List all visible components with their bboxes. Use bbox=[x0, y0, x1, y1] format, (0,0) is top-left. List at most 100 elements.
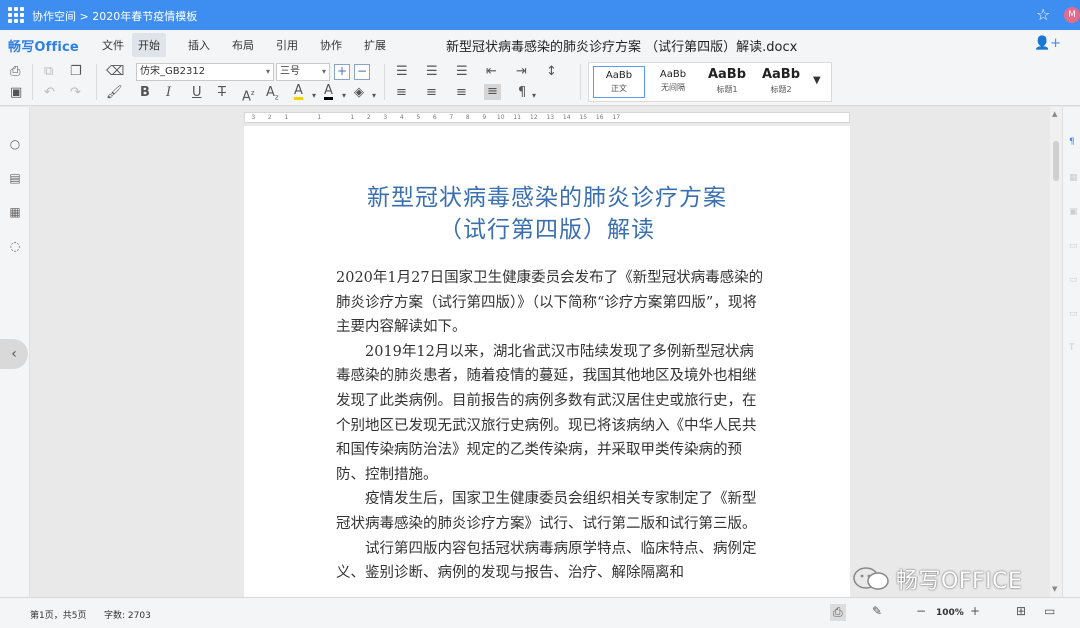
ribbon-toolbar: ⎙ ▣ ⧉ ❐ ↶ ↷ ⌫ 🖌 仿宋_GB2312 ▾ 三号 ▾ + − B I U… bbox=[0, 58, 1080, 106]
avatar[interactable]: M bbox=[1064, 7, 1080, 23]
chat-icon[interactable]: ◌ bbox=[8, 239, 22, 253]
menu-item-1[interactable]: 文件 bbox=[102, 37, 124, 53]
font-size-select[interactable]: 三号 ▾ bbox=[276, 63, 330, 81]
chevron-down-icon[interactable]: ▾ bbox=[372, 88, 376, 104]
decrease-indent-icon[interactable]: ⇤ bbox=[486, 64, 497, 80]
subscript-icon[interactable]: Az bbox=[266, 85, 279, 106]
image-settings-icon[interactable]: ▣ bbox=[1069, 207, 1079, 217]
chevron-down-icon[interactable]: ▾ bbox=[342, 88, 346, 104]
shape-settings-icon[interactable]: ▭ bbox=[1069, 275, 1079, 285]
document-body[interactable]: 2020年1月27日国家卫生健康委员会发布了《新型冠状病毒感染的肺炎诊疗方案（试… bbox=[336, 266, 766, 586]
print-icon[interactable]: ⎙ bbox=[10, 64, 20, 80]
wechat-icon bbox=[853, 567, 889, 590]
superscript-icon[interactable]: Az bbox=[242, 85, 255, 105]
paragraph-mark-icon[interactable]: ¶ bbox=[518, 85, 526, 101]
font-name-select[interactable]: 仿宋_GB2312 ▾ bbox=[136, 63, 274, 81]
clear-format-icon[interactable]: ⌫ bbox=[106, 64, 124, 80]
add-collaborator-icon[interactable]: 👤+ bbox=[1034, 36, 1061, 51]
bold-icon[interactable]: B bbox=[140, 85, 150, 101]
menu-item-2[interactable]: 开始 bbox=[132, 33, 166, 57]
scroll-thumb[interactable] bbox=[1053, 141, 1059, 181]
ruler-tick: 2 bbox=[267, 114, 272, 121]
ruler-tick: 14 bbox=[562, 114, 571, 121]
document-heading-line-2: （试行第四版）解读 bbox=[439, 217, 655, 243]
outline-icon[interactable]: ▤ bbox=[8, 171, 22, 185]
left-sidebar: ○ ▤ ▦ ◌ ‹ bbox=[0, 107, 30, 597]
increase-font-button[interactable]: + bbox=[334, 64, 350, 80]
search-icon[interactable]: ○ bbox=[8, 137, 22, 151]
style-card-2[interactable]: AaBb 无间隔 bbox=[647, 66, 699, 98]
align-left-icon[interactable]: ≡ bbox=[396, 85, 407, 101]
zoom-out-button[interactable]: − bbox=[916, 604, 926, 618]
chevron-down-icon[interactable]: ▾ bbox=[312, 88, 316, 104]
align-justify-icon[interactable]: ≡ bbox=[484, 84, 501, 100]
watermark-text: 畅写OFFICE bbox=[896, 569, 1023, 594]
style-card-1[interactable]: AaBb 正文 bbox=[593, 66, 645, 98]
ruler-tick: 7 bbox=[449, 114, 454, 121]
document-paragraph[interactable]: 试行第四版内容包括冠状病毒病原学特点、临床特点、病例定义、鉴别诊断、病例的发现与… bbox=[336, 537, 766, 586]
menu-item-5[interactable]: 引用 bbox=[276, 37, 298, 53]
zoom-level[interactable]: 100% bbox=[936, 608, 964, 618]
style-sample: AaBb bbox=[605, 70, 633, 81]
menu-item-6[interactable]: 协作 bbox=[320, 37, 342, 53]
menu-item-4[interactable]: 布局 bbox=[232, 37, 254, 53]
multilevel-list-icon[interactable]: ☰ bbox=[456, 64, 468, 80]
font-size-value: 三号 bbox=[280, 66, 300, 77]
align-center-icon[interactable]: ≡ bbox=[426, 85, 437, 101]
format-painter-icon[interactable]: 🖌 bbox=[106, 85, 123, 101]
menu-item-7[interactable]: 扩展 bbox=[364, 37, 386, 53]
numbered-list-icon[interactable]: ☰ bbox=[426, 64, 438, 80]
menu-item-3[interactable]: 插入 bbox=[188, 37, 210, 53]
text-art-icon[interactable]: T bbox=[1069, 343, 1079, 353]
redo-icon[interactable]: ↷ bbox=[70, 85, 81, 101]
vertical-scrollbar[interactable]: ▲ ▼ bbox=[1050, 107, 1062, 597]
document-paragraph[interactable]: 2019年12月以来，湖北省武汉市陆续发现了多例新型冠状病毒感染的肺炎患者，随着… bbox=[336, 340, 766, 488]
fit-page-icon[interactable]: ⊞ bbox=[1016, 604, 1026, 618]
header-footer-icon[interactable]: ▭ bbox=[1069, 241, 1079, 251]
font-color-icon[interactable]: A bbox=[324, 84, 333, 100]
edit-mode-icon[interactable]: ✎ bbox=[872, 604, 882, 618]
bullet-list-icon[interactable]: ☰ bbox=[396, 64, 408, 80]
collapse-sidebar-button[interactable]: ‹ bbox=[0, 339, 28, 369]
undo-icon[interactable]: ↶ bbox=[44, 85, 55, 101]
star-icon[interactable]: ☆ bbox=[1036, 5, 1050, 24]
document-paragraph[interactable]: 2020年1月27日国家卫生健康委员会发布了《新型冠状病毒感染的肺炎诊疗方案（试… bbox=[336, 266, 766, 340]
print-layout-icon[interactable]: ⎙ bbox=[830, 604, 846, 621]
ruler-tick: 3 bbox=[383, 114, 388, 121]
underline-icon[interactable]: U bbox=[192, 85, 202, 101]
breadcrumb[interactable]: 协作空间 > 2020年春节疫情模板 bbox=[32, 8, 197, 24]
comment-icon[interactable]: ▦ bbox=[8, 205, 22, 219]
align-right-icon[interactable]: ≡ bbox=[456, 85, 467, 101]
decrease-font-button[interactable]: − bbox=[354, 64, 370, 80]
horizontal-ruler[interactable]: 3 2 1 1 1 2 3 4 5 6 7 8 9 10 11 12 13 14 15 16 17 bbox=[244, 112, 850, 123]
paste-icon[interactable]: ❐ bbox=[70, 64, 82, 80]
style-card-4[interactable]: AaBb 标题2 bbox=[755, 66, 807, 98]
table-settings-icon[interactable]: ▦ bbox=[1069, 173, 1079, 183]
style-card-3[interactable]: AaBb 标题1 bbox=[701, 66, 753, 98]
save-icon[interactable]: ▣ bbox=[10, 85, 22, 101]
paragraph-settings-icon[interactable]: ¶ bbox=[1069, 137, 1079, 147]
chevron-down-icon[interactable]: ▾ bbox=[532, 88, 536, 104]
fit-width-icon[interactable]: ▭ bbox=[1044, 604, 1055, 618]
fill-color-icon[interactable]: ◈ bbox=[354, 85, 364, 101]
scroll-down-icon[interactable]: ▼ bbox=[1052, 585, 1057, 593]
italic-icon[interactable]: I bbox=[166, 85, 171, 101]
menu-bar: 畅写Office 文件 开始 插入 布局 引用 协作 扩展 新型冠状病毒感染的肺炎诊疗方案 … bbox=[0, 30, 1080, 58]
line-spacing-icon[interactable]: ↕ bbox=[546, 64, 557, 80]
copy-icon[interactable]: ⧉ bbox=[44, 64, 53, 80]
strikethrough-icon[interactable]: T bbox=[218, 85, 226, 101]
document-heading-line-1: 新型冠状病毒感染的肺炎诊疗方案 bbox=[367, 185, 727, 211]
style-sample: AaBb bbox=[761, 67, 801, 82]
ruler-tick: 4 bbox=[399, 114, 404, 121]
highlight-color-icon[interactable]: A bbox=[294, 84, 303, 100]
brand-logo: 畅写Office bbox=[8, 40, 79, 55]
apps-grid-icon[interactable] bbox=[8, 7, 24, 23]
zoom-in-button[interactable]: + bbox=[970, 604, 980, 618]
style-name: 标题1 bbox=[716, 85, 738, 94]
styles-more-icon[interactable]: ▼ bbox=[813, 75, 821, 86]
document-page[interactable]: 新型冠状病毒感染的肺炎诊疗方案 （试行第四版）解读 2020年1月27日国家卫生… bbox=[244, 126, 850, 597]
scroll-up-icon[interactable]: ▲ bbox=[1052, 110, 1057, 118]
chart-settings-icon[interactable]: ▭ bbox=[1069, 309, 1079, 319]
document-paragraph[interactable]: 疫情发生后，国家卫生健康委员会组织相关专家制定了《新型冠状病毒感染的肺炎诊疗方案… bbox=[336, 487, 766, 536]
increase-indent-icon[interactable]: ⇥ bbox=[516, 64, 527, 80]
